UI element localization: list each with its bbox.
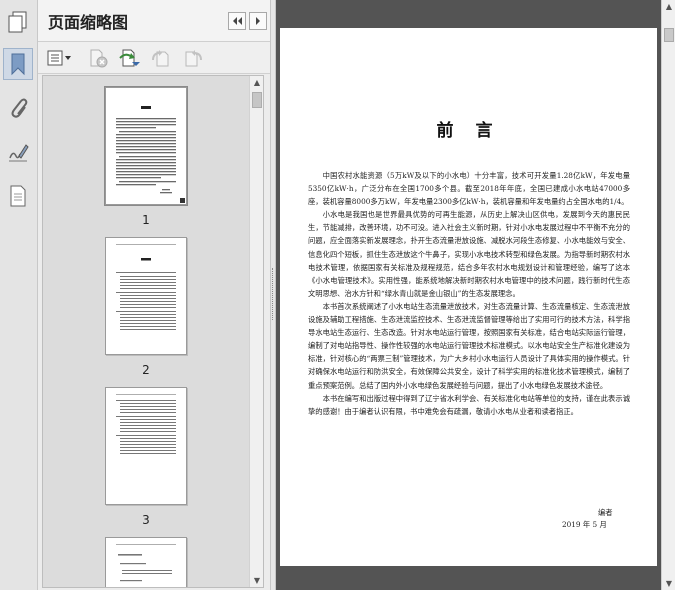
- thumbnail-scrollbar[interactable]: ▲ ▼: [249, 76, 263, 587]
- thumbnails-toolbar: [38, 42, 270, 74]
- paragraph: 小水电是我国也是世界最具优势的可再生能源，从历史上解决山区供电，发展到今天的惠民…: [308, 210, 630, 298]
- thumbnail-page-number: 2: [142, 363, 150, 377]
- page-thumbnail[interactable]: [105, 537, 187, 587]
- paperclip-icon[interactable]: [3, 92, 33, 124]
- delete-page-icon: [90, 49, 108, 68]
- paragraph: 本书首次系统阐述了小水电站生态流量泄放技术，对生态流量计算、生态流量核定、生态流…: [308, 301, 630, 390]
- page-thumbnail-icon[interactable]: [3, 180, 33, 212]
- page-thumbnail[interactable]: [105, 387, 187, 505]
- document-scrollbar[interactable]: ▲ ▼: [661, 0, 675, 590]
- pdf-viewer-window: 页面缩略图 1 2 3 ▲ ▼ 前 言 中国农村水能资源（5万kW及以下的小水电…: [0, 0, 675, 590]
- scroll-up-arrow[interactable]: ▲: [250, 78, 263, 87]
- scroll-thumb[interactable]: [252, 92, 262, 108]
- options-menu-button[interactable]: [46, 47, 74, 69]
- signature-date: 2019 年 5 月: [562, 520, 607, 529]
- paragraph: 中国农村水能资源（5万kW及以下的小水电）十分丰富，技术可开发量1.28亿kW，…: [308, 171, 630, 207]
- signature-author: 编者: [598, 508, 613, 517]
- chevron-right-icon: [256, 17, 260, 25]
- insert-page-icon: [119, 49, 140, 67]
- double-chevron-left-icon: [233, 17, 242, 25]
- page-preview: [116, 244, 176, 330]
- signature-icon[interactable]: [3, 136, 33, 168]
- page-body: 中国农村水能资源（5万kW及以下的小水电）十分丰富，技术可开发量1.28亿kW，…: [308, 169, 630, 418]
- scroll-up-arrow[interactable]: ▲: [662, 2, 675, 11]
- scroll-down-arrow[interactable]: ▼: [662, 579, 675, 588]
- thumbnail-list: 1 2 3 ▲ ▼: [42, 75, 264, 588]
- page-preview: [116, 394, 176, 454]
- scroll-thumb[interactable]: [664, 28, 674, 42]
- delete-page-button[interactable]: [88, 47, 110, 69]
- navigation-rail: [0, 0, 38, 590]
- page-thumbnails-panel: 页面缩略图 1 2 3 ▲ ▼: [38, 0, 270, 590]
- insert-page-button[interactable]: [118, 47, 142, 69]
- collapse-panel-button[interactable]: [228, 12, 246, 30]
- bookmark-icon[interactable]: [3, 48, 33, 80]
- thumbnail-page-number: 1: [142, 213, 150, 227]
- page-preview: [116, 544, 176, 582]
- rotate-right-button[interactable]: [182, 47, 204, 69]
- panel-header: 页面缩略图: [38, 0, 270, 42]
- splitter-grip: [272, 268, 274, 320]
- page-title: 前 言: [436, 121, 501, 141]
- expand-panel-button[interactable]: [249, 12, 267, 30]
- document-view[interactable]: 前 言 中国农村水能资源（5万kW及以下的小水电）十分丰富，技术可开发量1.28…: [276, 0, 661, 590]
- scroll-down-arrow[interactable]: ▼: [250, 576, 263, 585]
- rotate-left-button[interactable]: [150, 47, 172, 69]
- copy-pages-icon[interactable]: [3, 6, 33, 38]
- options-menu-icon: [47, 50, 71, 66]
- paragraph: 本书在编写和出版过程中得到了辽宁省水利学会、有关标准化电站等单位的支持，谨在此表…: [308, 393, 630, 416]
- panel-title: 页面缩略图: [48, 13, 129, 32]
- thumbnail-page-number: 3: [142, 513, 150, 527]
- document-page: 前 言 中国农村水能资源（5万kW及以下的小水电）十分丰富，技术可开发量1.28…: [280, 28, 657, 566]
- page-preview: [116, 106, 185, 203]
- page-thumbnail[interactable]: [105, 237, 187, 355]
- page-thumbnail[interactable]: [104, 86, 188, 206]
- rotate-right-icon: [185, 50, 202, 67]
- rotate-left-icon: [152, 50, 169, 67]
